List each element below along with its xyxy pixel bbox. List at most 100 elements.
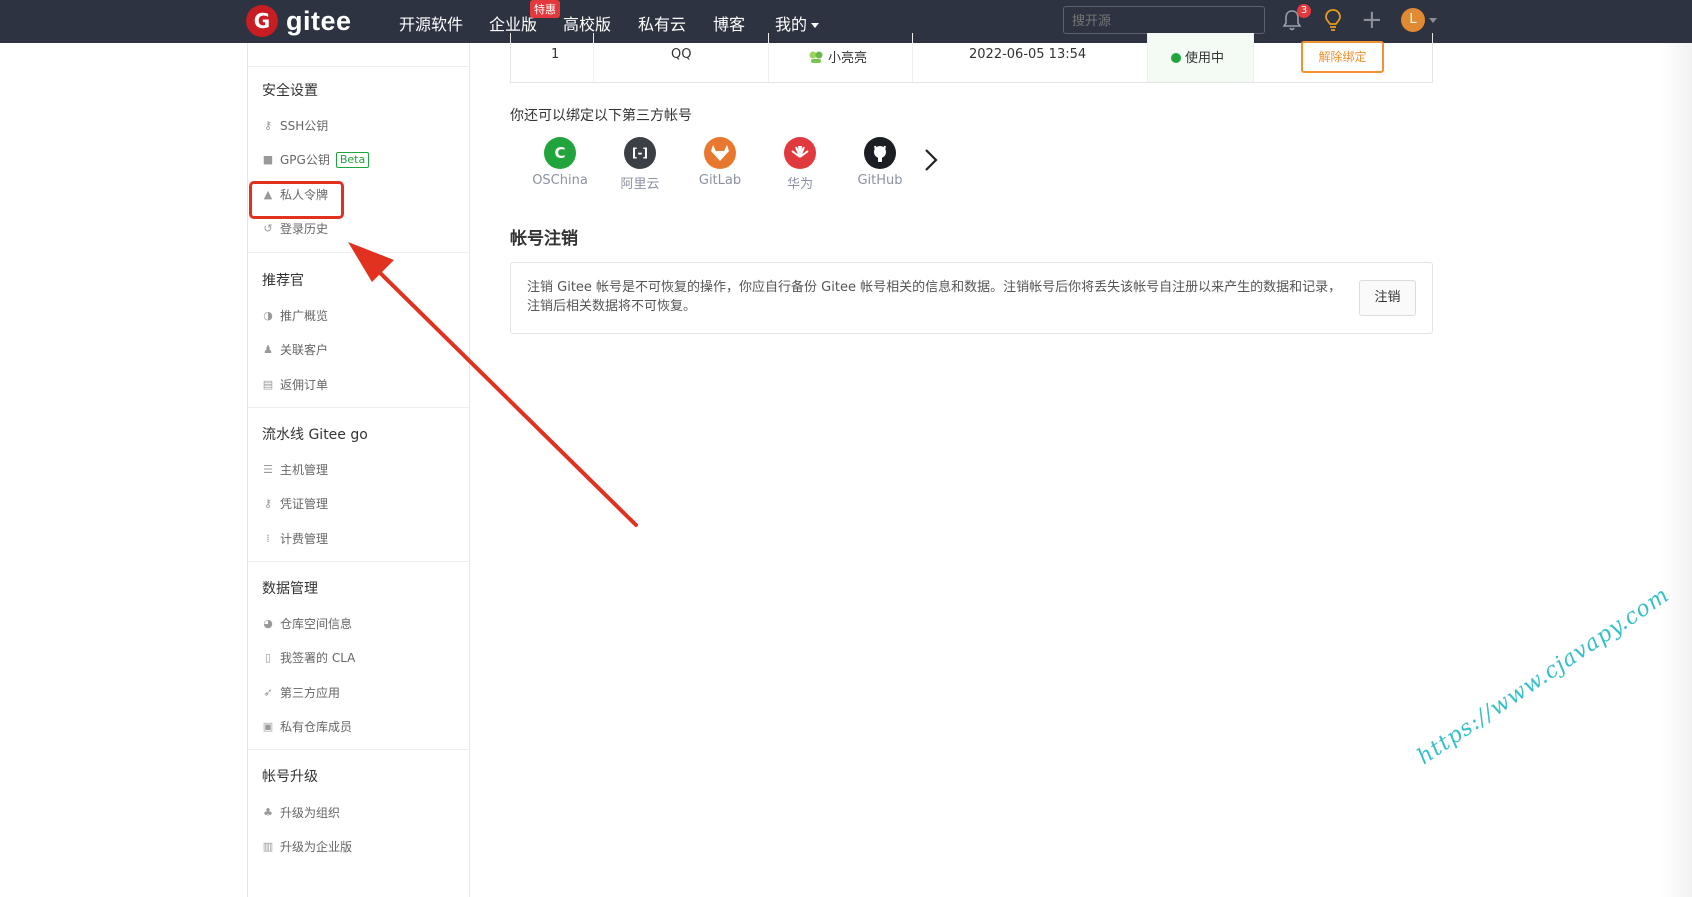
sidebar-item-label: 仓库空间信息 bbox=[280, 617, 353, 631]
notification-count-badge: 3 bbox=[1297, 4, 1311, 18]
sidebar-divider bbox=[248, 749, 469, 750]
sidebar-item-upgrade-to-org[interactable]: ♣ 升级为组织 bbox=[262, 804, 340, 821]
row-index: 1 bbox=[551, 47, 560, 62]
provider-label: 阿里云 bbox=[620, 177, 660, 192]
sidebar-item-upgrade-to-enterprise[interactable]: ▥ 升级为企业版 bbox=[262, 838, 352, 855]
avatar-chevron-down-icon[interactable] bbox=[1429, 18, 1437, 23]
sidebar-item-label: 升级为企业版 bbox=[280, 840, 353, 854]
sidebar-heading-security: 安全设置 bbox=[262, 83, 318, 99]
nav-private-cloud[interactable]: 私有云 bbox=[638, 11, 686, 35]
rocket-icon: ➶ bbox=[263, 685, 273, 699]
sidebar-item-label: 我签署的 CLA bbox=[280, 651, 356, 665]
table-divider bbox=[912, 33, 913, 82]
avatar[interactable]: L bbox=[1401, 8, 1425, 32]
enterprise-promo-badge: 特惠 bbox=[530, 0, 560, 18]
gitee-logo-text: gitee bbox=[286, 5, 352, 36]
sidebar-item-label: 返佣订单 bbox=[280, 378, 329, 392]
settings-sidebar: 安全设置 ⚷ SSH公钥 ■ GPG公钥 Beta ▲ 私人令牌 ↺ 登录历史 推荐官 ◑… bbox=[247, 43, 470, 897]
github-icon bbox=[864, 137, 896, 169]
sidebar-divider bbox=[248, 252, 469, 253]
table-divider bbox=[1147, 33, 1148, 82]
sidebar-item-label: 私有仓库成员 bbox=[280, 720, 353, 734]
sidebar-item-third-party-apps[interactable]: ➶ 第三方应用 bbox=[262, 684, 340, 701]
sidebar-item-label: 计费管理 bbox=[280, 532, 329, 546]
group-icon: ♣ bbox=[263, 805, 273, 819]
provider-label: GitHub bbox=[857, 173, 903, 188]
row-nickname: 小亮亮 bbox=[808, 47, 867, 66]
sidebar-heading-pipeline: 流水线 Gitee go bbox=[262, 427, 368, 443]
server-icon: ☰ bbox=[263, 462, 273, 476]
bind-more-title: 你还可以绑定以下第三方帐号 bbox=[510, 108, 692, 124]
beta-badge: Beta bbox=[335, 151, 370, 168]
provider-gitlab[interactable]: GitLab bbox=[685, 137, 755, 188]
aliyun-icon: [-] bbox=[624, 137, 656, 169]
gitlab-icon bbox=[704, 137, 736, 169]
building-icon: ▥ bbox=[262, 839, 274, 853]
sidebar-item-label: 登录历史 bbox=[280, 222, 329, 236]
provider-huawei[interactable]: 华为 bbox=[765, 137, 835, 192]
cancel-account-description: 注销 Gitee 帐号是不可恢复的操作，你应自行备份 Gitee 帐号相关的信息… bbox=[527, 280, 1342, 314]
sidebar-divider bbox=[248, 66, 469, 67]
status-dot-icon bbox=[1171, 53, 1181, 63]
sidebar-item-login-history[interactable]: ↺ 登录历史 bbox=[262, 220, 328, 237]
table-divider bbox=[593, 33, 594, 82]
page-edge-shadow bbox=[1660, 43, 1692, 897]
nav-mine[interactable]: 我的 bbox=[775, 11, 820, 35]
chevron-down-icon bbox=[811, 23, 820, 28]
sidebar-item-label: 关联客户 bbox=[280, 343, 329, 357]
sidebar-item-billing-management[interactable]: ⁞ 计费管理 bbox=[262, 530, 328, 547]
provider-label: OSChina bbox=[532, 173, 588, 188]
huawei-icon bbox=[784, 137, 816, 169]
sidebar-item-credential-management[interactable]: ⚷ 凭证管理 bbox=[262, 495, 328, 512]
cancel-account-box: 注销 Gitee 帐号是不可恢复的操作，你应自行备份 Gitee 帐号相关的信息… bbox=[510, 262, 1433, 334]
cancel-account-title: 帐号注销 bbox=[510, 229, 578, 249]
sidebar-item-gpg-key[interactable]: ■ GPG公钥 Beta bbox=[262, 151, 370, 168]
member-card-icon: ▣ bbox=[262, 719, 274, 733]
provider-oschina[interactable]: C OSChina bbox=[525, 137, 595, 188]
nav-blog[interactable]: 博客 bbox=[713, 11, 745, 35]
sidebar-item-label: GPG公钥 bbox=[280, 153, 330, 167]
nav-mine-label: 我的 bbox=[775, 15, 808, 34]
sidebar-divider bbox=[248, 407, 469, 408]
pie-chart-icon: ◕ bbox=[263, 616, 273, 630]
user-link-icon: ♟ bbox=[263, 342, 273, 356]
sidebar-item-linked-customers[interactable]: ♟ 关联客户 bbox=[262, 341, 328, 358]
history-icon: ↺ bbox=[263, 221, 273, 235]
row-status: 使用中 bbox=[1171, 47, 1224, 66]
search-input[interactable] bbox=[1063, 6, 1265, 34]
sidebar-heading-referrer: 推荐官 bbox=[262, 273, 304, 289]
user-avatar-icon bbox=[809, 51, 823, 63]
plus-icon[interactable]: + bbox=[1361, 6, 1383, 34]
oschina-icon: C bbox=[544, 137, 576, 169]
sidebar-item-private-repo-members[interactable]: ▣ 私有仓库成员 bbox=[262, 718, 352, 735]
annotation-highlight-box bbox=[249, 181, 344, 219]
sidebar-heading-upgrade: 帐号升级 bbox=[262, 769, 318, 785]
provider-label: GitLab bbox=[698, 173, 742, 188]
provider-label: 华为 bbox=[786, 177, 813, 192]
provider-aliyun[interactable]: [-] 阿里云 bbox=[605, 137, 675, 192]
status-text: 使用中 bbox=[1185, 51, 1225, 66]
billing-icon: ⁞ bbox=[266, 531, 270, 545]
sidebar-item-label: SSH公钥 bbox=[280, 119, 329, 133]
cancel-account-button[interactable]: 注销 bbox=[1359, 280, 1416, 316]
sidebar-item-label: 升级为组织 bbox=[280, 806, 341, 820]
sidebar-item-promotion-overview[interactable]: ◑ 推广概览 bbox=[262, 307, 328, 324]
sidebar-item-signed-cla[interactable]: ▯ 我签署的 CLA bbox=[262, 649, 355, 666]
sidebar-item-host-management[interactable]: ☰ 主机管理 bbox=[262, 461, 328, 478]
gitee-logo[interactable]: G gitee bbox=[246, 4, 352, 38]
provider-github[interactable]: GitHub bbox=[845, 137, 915, 188]
nickname-text: 小亮亮 bbox=[828, 51, 868, 66]
watermark-text: https://www.cjavapy.com bbox=[1413, 582, 1675, 770]
sidebar-item-commission-orders[interactable]: ▤ 返佣订单 bbox=[262, 376, 328, 393]
nav-open-source[interactable]: 开源软件 bbox=[399, 11, 463, 35]
unbind-button[interactable]: 解除绑定 bbox=[1301, 41, 1384, 73]
sidebar-item-label: 主机管理 bbox=[280, 463, 329, 477]
row-platform: QQ bbox=[671, 47, 692, 62]
nav-education[interactable]: 高校版 bbox=[563, 11, 611, 35]
chevron-right-icon[interactable] bbox=[922, 147, 940, 173]
table-divider bbox=[768, 33, 769, 82]
lightbulb-icon[interactable] bbox=[1323, 8, 1343, 32]
sidebar-item-repo-space[interactable]: ◕ 仓库空间信息 bbox=[262, 615, 352, 632]
key-icon: ⚷ bbox=[263, 496, 273, 510]
sidebar-item-ssh-key[interactable]: ⚷ SSH公钥 bbox=[262, 117, 328, 134]
